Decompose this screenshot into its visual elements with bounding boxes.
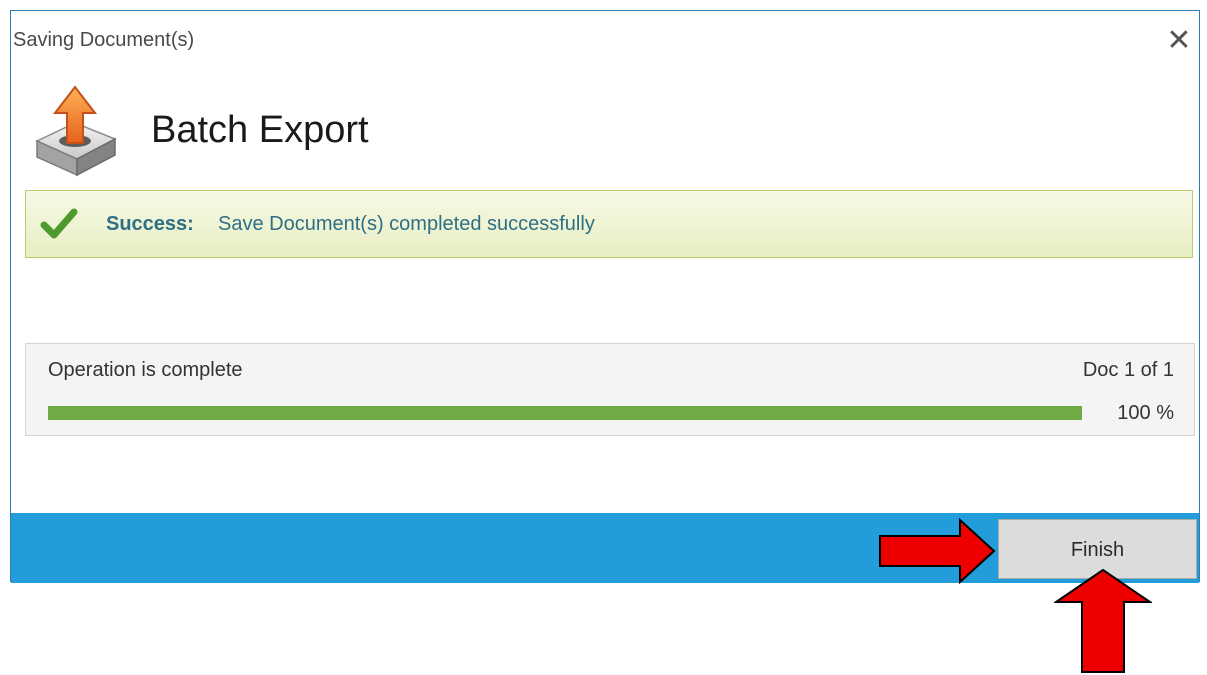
export-upload-icon <box>35 85 117 177</box>
arrow-right-annotation <box>879 518 996 584</box>
dialog-footer: Finish <box>11 513 1199 583</box>
close-icon[interactable]: ✕ <box>1163 25 1195 57</box>
success-message: Save Document(s) completed successfully <box>218 213 595 235</box>
progress-percent: 100 % <box>1117 402 1174 424</box>
progress-panel: Operation is complete Doc 1 of 1 100 % <box>25 343 1195 436</box>
window-title: Saving Document(s) <box>13 29 195 51</box>
arrow-up-annotation <box>1054 568 1152 673</box>
document-counter: Doc 1 of 1 <box>1082 359 1174 381</box>
success-banner: Success: Save Document(s) completed succ… <box>25 190 1193 258</box>
screenshot-stage: Saving Document(s) ✕ Batch Export Succes… <box>0 0 1207 675</box>
saving-documents-dialog: Saving Document(s) ✕ Batch Export Succes… <box>10 10 1200 583</box>
page-title: Batch Export <box>151 109 369 151</box>
progress-bar-fill <box>48 406 1082 420</box>
operation-status: Operation is complete <box>48 359 243 381</box>
success-label: Success: <box>106 213 194 235</box>
progress-bar <box>48 406 1082 420</box>
checkmark-icon <box>40 208 78 239</box>
